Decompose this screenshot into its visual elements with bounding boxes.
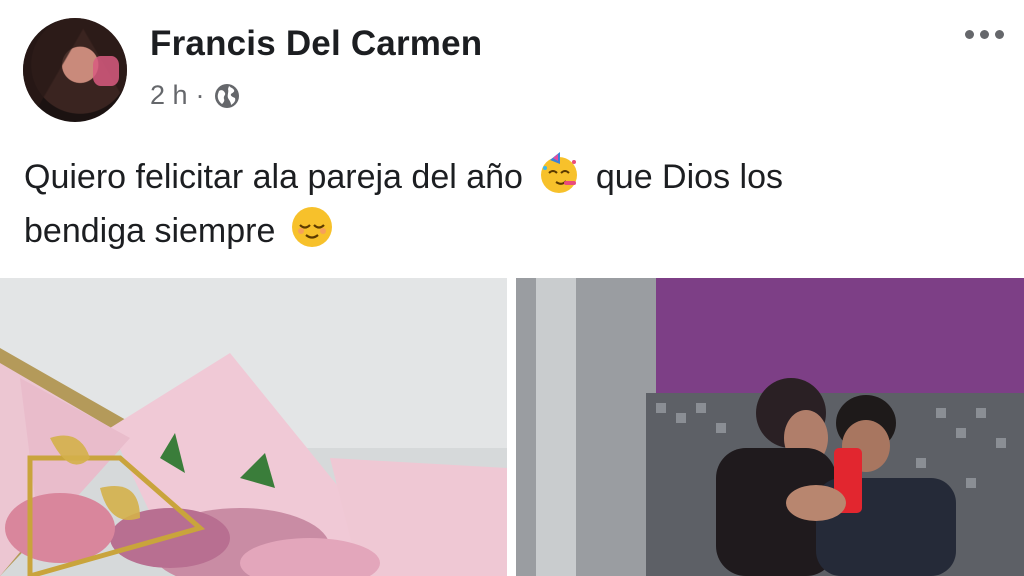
flower-bouquet-photo[interactable] [0, 278, 507, 576]
post-text-line2: bendiga siempre [24, 212, 276, 250]
partying-face-emoji-icon [541, 152, 578, 193]
post-time[interactable]: 2 h [150, 80, 188, 111]
relieved-face-emoji-icon [291, 207, 332, 247]
couple-mirror-selfie-photo[interactable] [516, 278, 1024, 576]
facebook-post: Francis Del Carmen 2 h · Quiero felicita… [0, 0, 1024, 576]
author-name[interactable]: Francis Del Carmen [150, 24, 482, 64]
avatar[interactable] [23, 18, 127, 122]
globe-icon[interactable] [213, 82, 241, 110]
post-text-line1: Quiero felicitar ala pareja del año [24, 158, 523, 196]
post-meta: 2 h · [150, 80, 241, 111]
post-text: Quiero felicitar ala pareja del año que … [24, 150, 1004, 258]
meta-separator: · [195, 80, 205, 110]
more-options-icon[interactable] [965, 30, 1004, 39]
post-text-line1b: que Dios los [595, 158, 783, 196]
